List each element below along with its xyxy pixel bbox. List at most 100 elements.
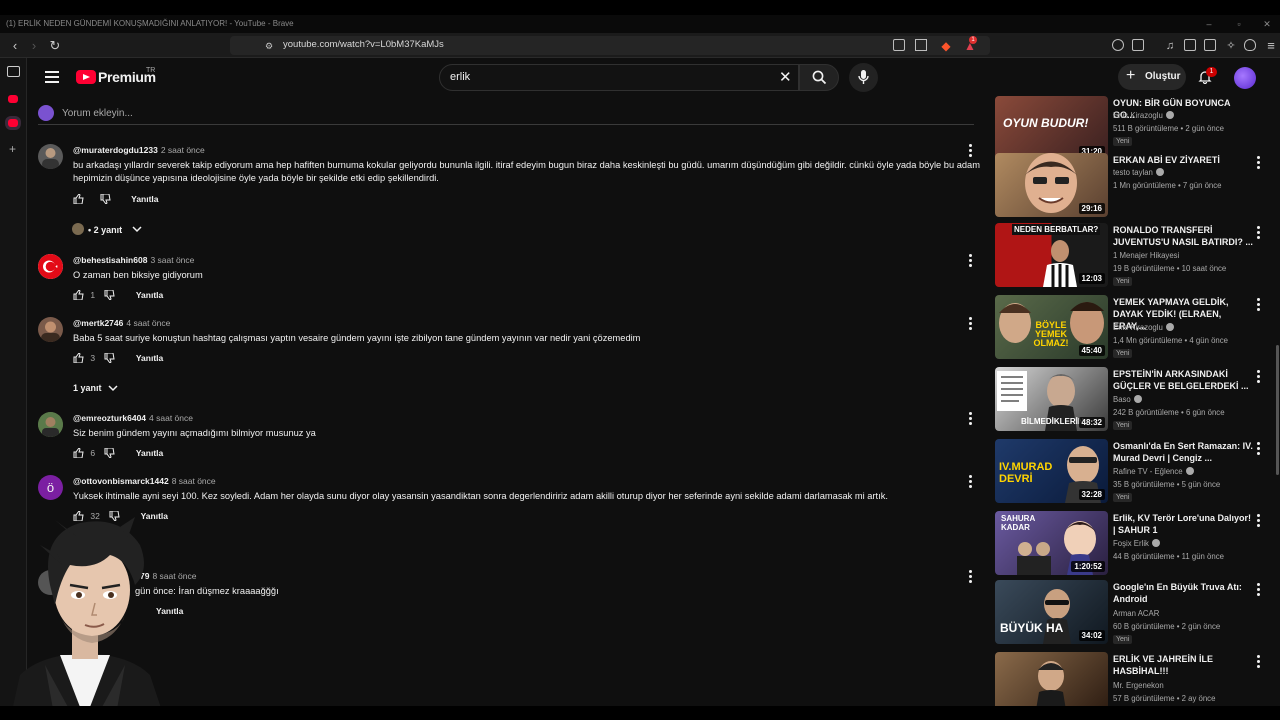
site-info-icon[interactable]: ⚙ xyxy=(261,38,277,54)
comment-author[interactable]: @emreozturk6404 4 saat önce xyxy=(73,413,193,423)
cast-icon[interactable] xyxy=(893,39,905,51)
video-thumbnail[interactable]: NEDEN BERBATLAR? 12:03 xyxy=(995,223,1108,287)
account-avatar[interactable] xyxy=(1234,67,1256,89)
share-icon[interactable] xyxy=(915,39,927,51)
like-icon[interactable] xyxy=(73,352,84,363)
video-thumbnail[interactable]: BİLMEDİKLERİN 48:32 xyxy=(995,367,1108,431)
comment-author[interactable]: @mertk2746 4 saat önce xyxy=(73,318,170,328)
more-options-icon[interactable] xyxy=(1257,226,1261,239)
dislike-icon[interactable] xyxy=(104,447,116,458)
forward-icon[interactable]: › xyxy=(26,38,42,54)
add-panel-icon[interactable]: + xyxy=(9,142,16,156)
channel-name[interactable]: testo taylan xyxy=(1113,168,1164,177)
video-thumbnail[interactable]: SAHURA KADAR 1:20:52 xyxy=(995,511,1108,575)
video-thumbnail[interactable]: 29:16 xyxy=(995,153,1108,217)
more-options-icon[interactable] xyxy=(969,317,973,330)
commenter-avatar[interactable] xyxy=(38,317,63,342)
more-options-icon[interactable] xyxy=(969,144,973,157)
channel-name[interactable]: Foşix Erlik xyxy=(1113,539,1160,548)
create-button[interactable]: + Oluştur xyxy=(1118,64,1186,90)
reply-button[interactable]: Yanıtla xyxy=(136,290,163,300)
more-options-icon[interactable] xyxy=(1257,298,1261,311)
video-thumbnail[interactable]: BÖYLE YEMEK OLMAZ! 45:40 xyxy=(995,295,1108,359)
video-thumbnail[interactable]: IV.MURAD DEVRİ 32:28 xyxy=(995,439,1108,503)
close-window-icon[interactable]: ✕ xyxy=(1261,18,1273,30)
dislike-icon[interactable] xyxy=(104,289,116,300)
leo-ai-icon[interactable]: ✧ xyxy=(1223,38,1239,54)
commenter-avatar[interactable] xyxy=(38,254,63,279)
video-title[interactable]: ERKAN ABİ EV ZİYARETİ xyxy=(1113,154,1253,166)
reply-button[interactable]: Yanıtla xyxy=(136,448,163,458)
comment-author[interactable]: @muraterdogdu1233 2 saat önce xyxy=(73,145,205,155)
reload-icon[interactable]: ↻ xyxy=(47,38,63,54)
channel-name[interactable]: Arman ACAR xyxy=(1113,609,1159,618)
video-title[interactable]: Osmanlı'da En Sert Ramazan: IV. Murad De… xyxy=(1113,440,1253,464)
channel-name[interactable]: 1 Menajer Hikayesi xyxy=(1113,251,1179,260)
recommended-video[interactable]: BÖYLE YEMEK OLMAZ! 45:40 YEMEK YAPMAYA G… xyxy=(995,295,1275,361)
video-title[interactable]: ERLİK VE JAHREİN İLE HASBİHAL!!! xyxy=(1113,653,1253,677)
maximize-icon[interactable]: ▫ xyxy=(1233,18,1245,30)
video-thumbnail[interactable] xyxy=(995,652,1108,706)
youtube-pin-icon[interactable] xyxy=(8,95,18,103)
recommended-video[interactable]: BÜYÜK HA 34:02 Google'ın En Büyük Truva … xyxy=(995,580,1275,646)
recommended-video[interactable]: IV.MURAD DEVRİ 32:28 Osmanlı'da En Sert … xyxy=(995,439,1275,505)
reply-button[interactable]: Yanıtla xyxy=(136,353,163,363)
add-comment-field[interactable]: Yorum ekleyin... xyxy=(38,105,974,125)
channel-name[interactable]: Enis Kirazoglu xyxy=(1113,323,1174,332)
more-options-icon[interactable] xyxy=(1257,370,1261,383)
dislike-icon[interactable] xyxy=(100,193,111,204)
back-icon[interactable]: ‹ xyxy=(7,38,23,54)
video-title[interactable]: Google'ın En Büyük Truva Atı: Android xyxy=(1113,581,1253,605)
video-title[interactable]: Erlik, KV Terör Lore'una Dalıyor! | SAHU… xyxy=(1113,512,1253,536)
search-box[interactable] xyxy=(439,64,799,91)
screenshot-icon[interactable] xyxy=(1132,39,1144,51)
channel-name[interactable]: Enis Kirazoglu xyxy=(1113,111,1174,120)
commenter-avatar[interactable]: ö xyxy=(38,475,63,500)
like-icon[interactable] xyxy=(73,447,84,458)
youtube-pin-active-icon[interactable] xyxy=(8,119,18,127)
youtube-logo-icon[interactable] xyxy=(76,70,96,84)
comment-author[interactable]: @ottovonbismarck1442 8 saat önce xyxy=(73,476,216,486)
video-title[interactable]: RONALDO TRANSFERİ JUVENTUS'U NASIL BATIR… xyxy=(1113,224,1253,248)
like-icon[interactable] xyxy=(73,193,84,204)
video-title[interactable]: EPSTEİN'İN ARKASINDAKİ GÜÇLER VE BELGELE… xyxy=(1113,368,1253,392)
sidebar-toggle-icon[interactable] xyxy=(1184,39,1196,51)
clear-search-icon[interactable]: ✕ xyxy=(779,68,792,86)
vpn-icon[interactable] xyxy=(1244,39,1256,51)
recommended-video[interactable]: BİLMEDİKLERİN 48:32 EPSTEİN'İN ARKASINDA… xyxy=(995,367,1275,433)
voice-search-button[interactable] xyxy=(849,63,878,92)
minimize-icon[interactable]: – xyxy=(1203,18,1215,30)
search-input[interactable]: erlik xyxy=(450,71,470,83)
recommended-video[interactable]: SAHURA KADAR 1:20:52 Erlik, KV Terör Lor… xyxy=(995,511,1275,577)
comment-author[interactable]: @behestisahin608 3 saat önce xyxy=(73,255,194,265)
more-options-icon[interactable] xyxy=(1257,156,1261,169)
sidebar-panel-icon[interactable] xyxy=(7,66,20,77)
more-options-icon[interactable] xyxy=(969,412,973,425)
menu-icon[interactable]: ≡ xyxy=(1263,38,1279,54)
commenter-avatar[interactable] xyxy=(38,144,63,169)
reply-button[interactable]: Yanıtla xyxy=(131,194,158,204)
more-options-icon[interactable] xyxy=(1257,514,1261,527)
dislike-icon[interactable] xyxy=(104,352,116,363)
commenter-avatar[interactable] xyxy=(38,412,63,437)
channel-name[interactable]: Rafine TV - Eğlence xyxy=(1113,467,1194,476)
url-text[interactable]: youtube.com/watch?v=L0bM37KaMJs xyxy=(283,39,444,50)
more-options-icon[interactable] xyxy=(1257,442,1261,455)
hamburger-menu-icon[interactable] xyxy=(45,71,59,83)
wallet-icon[interactable] xyxy=(1204,39,1216,51)
brave-shield-icon[interactable]: ◆ xyxy=(938,38,954,54)
search-button[interactable] xyxy=(799,64,839,91)
more-options-icon[interactable] xyxy=(1257,583,1261,596)
like-icon[interactable] xyxy=(73,289,84,300)
recommended-video[interactable]: NEDEN BERBATLAR? 12:03 RONALDO TRANSFERİ… xyxy=(995,223,1275,289)
more-options-icon[interactable] xyxy=(969,475,973,488)
page-scrollbar[interactable] xyxy=(1276,345,1279,475)
more-options-icon[interactable] xyxy=(969,570,973,583)
channel-name[interactable]: Mr. Ergenekon xyxy=(1113,681,1164,690)
video-thumbnail[interactable]: OYUN BUDUR! 31:20 xyxy=(995,96,1108,160)
video-thumbnail[interactable]: BÜYÜK HA 34:02 xyxy=(995,580,1108,644)
extensions-icon[interactable] xyxy=(1112,39,1124,51)
recommended-video[interactable]: ERLİK VE JAHREİN İLE HASBİHAL!!! Mr. Erg… xyxy=(995,652,1275,706)
music-icon[interactable]: ♫ xyxy=(1162,38,1178,54)
more-options-icon[interactable] xyxy=(969,254,973,267)
